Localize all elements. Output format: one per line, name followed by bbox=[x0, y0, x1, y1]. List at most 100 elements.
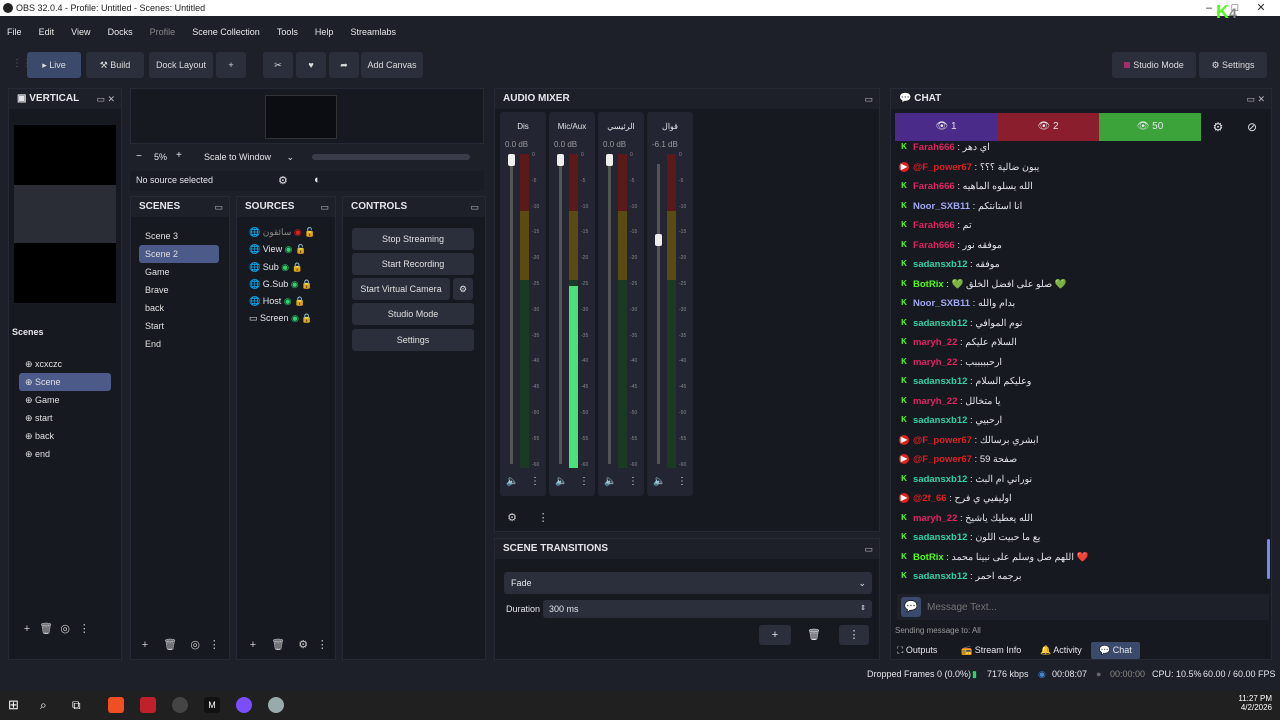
mute-icon[interactable]: 🔈 bbox=[506, 476, 518, 487]
vertical-scene-item[interactable]: ⊕ end bbox=[19, 445, 111, 463]
vertical-scene-item[interactable]: ⊕ xcxczc bbox=[19, 355, 111, 373]
chat-username[interactable]: BotRix bbox=[913, 552, 944, 563]
windows-start-icon[interactable]: ⊞ bbox=[8, 697, 24, 713]
studio-mode-toolbar-button[interactable]: Studio Mode bbox=[1112, 52, 1196, 78]
app-icon[interactable] bbox=[140, 697, 156, 713]
add-layout-button[interactable]: + bbox=[216, 52, 246, 78]
chat-username[interactable]: sadansxb12 bbox=[913, 474, 967, 485]
volume-fader[interactable] bbox=[606, 154, 613, 464]
chat-emote-icon[interactable]: 💬 bbox=[901, 597, 921, 617]
more-icon[interactable]: ⋮ bbox=[76, 621, 92, 637]
vertical-scene-item[interactable]: ⊕ Scene bbox=[19, 373, 111, 391]
menu-file[interactable]: File bbox=[0, 22, 29, 42]
source-settings-icon[interactable]: ⚙ bbox=[295, 637, 311, 653]
mute-icon[interactable]: 🔈 bbox=[604, 476, 616, 487]
chat-username[interactable]: maryh_22 bbox=[913, 396, 957, 407]
vertical-scene-item[interactable]: ⊕ start bbox=[19, 409, 111, 427]
task-view-icon[interactable]: ⧉ bbox=[72, 697, 88, 713]
menu-edit[interactable]: Edit bbox=[32, 22, 62, 42]
chat-username[interactable]: sadansxb12 bbox=[913, 376, 967, 387]
source-item[interactable]: 🌐 G.Sub ◉ 🔒 bbox=[249, 279, 333, 296]
zoom-out-button[interactable]: − bbox=[136, 151, 142, 162]
chat-username[interactable]: Noor_SXB11 bbox=[913, 298, 970, 309]
transition-more-icon[interactable]: ⋮ bbox=[839, 625, 869, 645]
chat-username[interactable]: BotRix bbox=[913, 279, 944, 290]
settings-toolbar-button[interactable]: ⚙ Settings bbox=[1199, 52, 1267, 78]
chat-settings-icon[interactable]: ⚙ bbox=[1203, 113, 1233, 141]
menu-streamlabs[interactable]: Streamlabs bbox=[344, 22, 404, 42]
scene-item[interactable]: End bbox=[139, 335, 219, 353]
add-canvas-button[interactable]: Add Canvas bbox=[361, 52, 423, 78]
scale-dropdown[interactable]: Scale to Window ⌄ bbox=[196, 148, 300, 166]
scene-item[interactable]: back bbox=[139, 299, 219, 317]
chat-username[interactable]: Farah666 bbox=[913, 220, 955, 231]
audio-more-icon[interactable]: ⋮ bbox=[535, 510, 551, 526]
chat-username[interactable]: sadansxb12 bbox=[913, 571, 967, 582]
scene-item[interactable]: Game bbox=[139, 263, 219, 281]
source-item[interactable]: 🌐 View ◉ 🔓 bbox=[249, 244, 333, 261]
zoom-slider[interactable] bbox=[312, 154, 470, 160]
transition-dropdown[interactable]: Fade ⌄ bbox=[504, 572, 872, 594]
live-button[interactable]: ▸ Live bbox=[27, 52, 81, 78]
start-recording-button[interactable]: Start Recording bbox=[352, 253, 474, 275]
scene-item[interactable]: Brave bbox=[139, 281, 219, 299]
chat-username[interactable]: sadansxb12 bbox=[913, 532, 967, 543]
sources-more-icon[interactable]: ⋮ bbox=[314, 637, 330, 653]
vertical-preview[interactable] bbox=[14, 125, 116, 303]
channel-more-icon[interactable]: ⋮ bbox=[530, 476, 540, 487]
mute-icon[interactable]: 🔈 bbox=[653, 476, 665, 487]
chat-scrollbar[interactable] bbox=[1267, 539, 1270, 579]
source-properties-icon[interactable]: ⚙ bbox=[278, 174, 288, 187]
add-scene-icon[interactable]: + bbox=[137, 637, 153, 653]
chat-username[interactable]: @F_power67 bbox=[913, 435, 972, 446]
trash-icon[interactable]: 🗑 bbox=[38, 621, 54, 637]
remove-transition-icon[interactable]: 🗑 bbox=[799, 625, 829, 645]
scene-filter-icon[interactable]: ◎ bbox=[187, 637, 203, 653]
tab-chat[interactable]: 💬 Chat bbox=[1091, 642, 1140, 659]
chat-username[interactable]: maryh_22 bbox=[913, 357, 957, 368]
source-item[interactable]: 🌐 Host ◉ 🔒 bbox=[249, 296, 333, 313]
studio-mode-button[interactable]: Studio Mode bbox=[352, 303, 474, 325]
chat-username[interactable]: @F_power67 bbox=[913, 162, 972, 173]
build-button[interactable]: ⚒ Build bbox=[86, 52, 144, 78]
volume-fader[interactable] bbox=[557, 154, 564, 464]
source-item[interactable]: 🌐 Sub ◉ 🔒 bbox=[249, 262, 333, 279]
chat-username[interactable]: maryh_22 bbox=[913, 337, 957, 348]
app3-icon[interactable] bbox=[236, 697, 252, 713]
heart-icon[interactable]: ♥ bbox=[296, 52, 326, 78]
menu-view[interactable]: View bbox=[64, 22, 97, 42]
preview-panel[interactable] bbox=[130, 88, 484, 144]
channel-more-icon[interactable]: ⋮ bbox=[579, 476, 589, 487]
mute-icon[interactable]: 🔈 bbox=[555, 476, 567, 487]
chat-username[interactable]: sadansxb12 bbox=[913, 318, 967, 329]
share-icon[interactable]: ➦ bbox=[329, 52, 359, 78]
add-transition-icon[interactable]: + bbox=[759, 625, 791, 645]
dock-layout-button[interactable]: Dock Layout bbox=[149, 52, 213, 78]
filter-icon[interactable]: ◎ bbox=[57, 621, 73, 637]
tab-outputs[interactable]: ⛶ Outputs bbox=[897, 645, 937, 656]
chat-popout-icon[interactable]: ⊘ bbox=[1237, 113, 1267, 141]
add-icon[interactable]: + bbox=[19, 621, 35, 637]
scenes-more-icon[interactable]: ⋮ bbox=[206, 637, 222, 653]
chat-username[interactable]: Farah666 bbox=[913, 240, 955, 251]
add-source-icon[interactable]: + bbox=[245, 637, 261, 653]
source-item[interactable]: ▭ Screen ◉ 🔒 bbox=[249, 313, 333, 330]
volume-fader[interactable] bbox=[508, 154, 515, 464]
vertical-scene-item[interactable]: ⊕ Game bbox=[19, 391, 111, 409]
duration-field[interactable]: 300 ms ⇕ bbox=[543, 600, 872, 618]
start-virtual-camera-button[interactable]: Start Virtual Camera bbox=[352, 278, 450, 300]
chat-username[interactable]: @2f_66 bbox=[913, 493, 947, 504]
menu-docks[interactable]: Docks bbox=[101, 22, 140, 42]
chat-username[interactable]: sadansxb12 bbox=[913, 259, 967, 270]
tab-stream-info[interactable]: 📻 Stream Info bbox=[961, 645, 1021, 656]
vertical-scene-item[interactable]: ⊕ back bbox=[19, 427, 111, 445]
app2-icon[interactable]: M bbox=[204, 697, 220, 713]
menu-help[interactable]: Help bbox=[308, 22, 341, 42]
channel-more-icon[interactable]: ⋮ bbox=[628, 476, 638, 487]
stop-streaming-button[interactable]: Stop Streaming bbox=[352, 228, 474, 250]
tab-activity[interactable]: 🔔 Activity bbox=[1040, 645, 1082, 656]
chat-message-input[interactable] bbox=[927, 597, 1257, 617]
settings-button[interactable]: Settings bbox=[352, 329, 474, 351]
scene-item[interactable]: Scene 2 bbox=[139, 245, 219, 263]
audio-settings-icon[interactable]: ⚙ bbox=[504, 510, 520, 526]
